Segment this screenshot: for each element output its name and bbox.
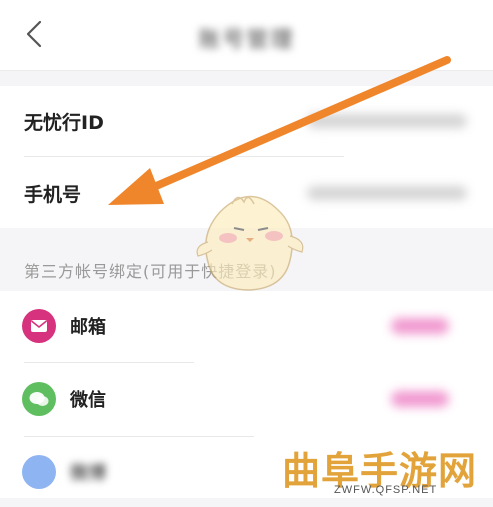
nav-bar: 账号管理 — [0, 0, 493, 71]
bind-row-email[interactable]: 邮箱 — [0, 291, 493, 361]
watermark-url: ZWFW.QFSP.NET — [334, 484, 438, 496]
email-bind-status[interactable] — [391, 318, 449, 334]
divider — [24, 362, 194, 363]
account-id-row[interactable]: 无忧行ID — [0, 86, 493, 156]
wechat-label: 微信 — [70, 390, 106, 411]
phone-label: 手机号 — [24, 183, 82, 206]
email-label: 邮箱 — [70, 317, 106, 338]
wechat-bind-status[interactable] — [391, 391, 449, 407]
account-id-value — [307, 114, 467, 128]
weibo-label: 微博 — [70, 463, 106, 484]
account-id-label: 无忧行ID — [24, 111, 104, 134]
weibo-icon — [22, 455, 56, 489]
mail-icon — [22, 309, 56, 343]
wechat-icon — [22, 382, 56, 416]
phone-value — [307, 186, 467, 200]
watermark: 曲阜手游网 ZWFW.QFSP.NET — [272, 440, 493, 498]
bind-row-wechat[interactable]: 微信 — [0, 364, 493, 434]
page-title: 账号管理 — [198, 28, 295, 53]
mascot-chick-icon — [196, 195, 304, 291]
divider — [24, 156, 344, 157]
